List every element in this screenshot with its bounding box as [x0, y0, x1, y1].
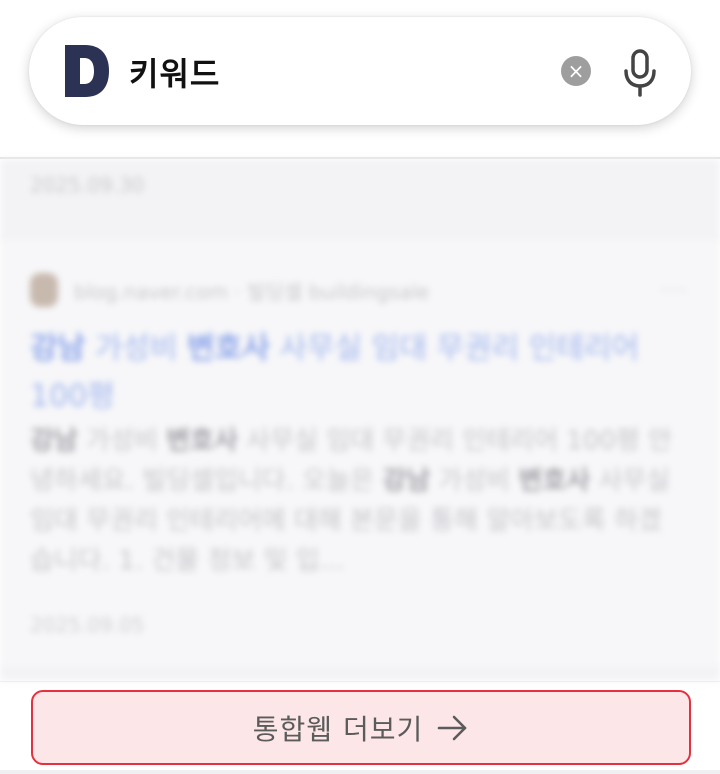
result-description: 강남 가성비 변호사 사무실 임대 무권리 인테리어 100평 안녕하세요. 빌… — [30, 421, 685, 581]
result-title[interactable]: 강남 가성비 변호사 사무실 임대 무권리 인테리어 100평 — [30, 325, 680, 421]
desc-text: 가성비 — [77, 426, 167, 456]
search-header: 키워드 × — [0, 0, 720, 158]
result-source[interactable]: blog.naver.com · 빌딩셀 buildingsale — [30, 273, 429, 307]
desc-keyword: 변호사 — [166, 426, 238, 456]
search-bar[interactable]: 키워드 × — [29, 17, 691, 125]
title-keyword: 강남 — [30, 331, 86, 366]
results-area: 2025.09.30 blog.naver.com · 빌딩셀 building… — [0, 159, 720, 681]
more-results-button[interactable]: 통합웹 더보기 — [31, 690, 691, 765]
title-keyword-2: 변호사 — [187, 331, 270, 366]
previous-result-date: 2025.09.30 — [30, 173, 145, 197]
result-card[interactable]: blog.naver.com · 빌딩셀 buildingsale ··· 강남… — [0, 239, 720, 667]
daum-logo — [65, 45, 109, 97]
clear-icon[interactable]: × — [561, 56, 591, 86]
desc-keyword: 변호사 — [518, 466, 591, 496]
desc-text: 가성비 — [430, 466, 519, 496]
search-query-text[interactable]: 키워드 — [129, 49, 220, 95]
section-divider — [0, 681, 720, 682]
title-text-1: 가성비 — [85, 331, 188, 366]
bottom-edge — [0, 770, 720, 774]
arrow-right-icon — [437, 715, 467, 740]
desc-keyword: 강남 — [30, 426, 78, 456]
more-options-icon[interactable]: ··· — [661, 279, 688, 304]
avatar — [30, 273, 58, 307]
desc-keyword: 강남 — [382, 466, 431, 496]
mic-icon[interactable] — [621, 49, 659, 97]
more-results-label: 통합웹 더보기 — [252, 712, 424, 746]
source-text: blog.naver.com · 빌딩셀 buildingsale — [74, 279, 430, 304]
result-date: 2025.09.05 — [30, 613, 145, 637]
